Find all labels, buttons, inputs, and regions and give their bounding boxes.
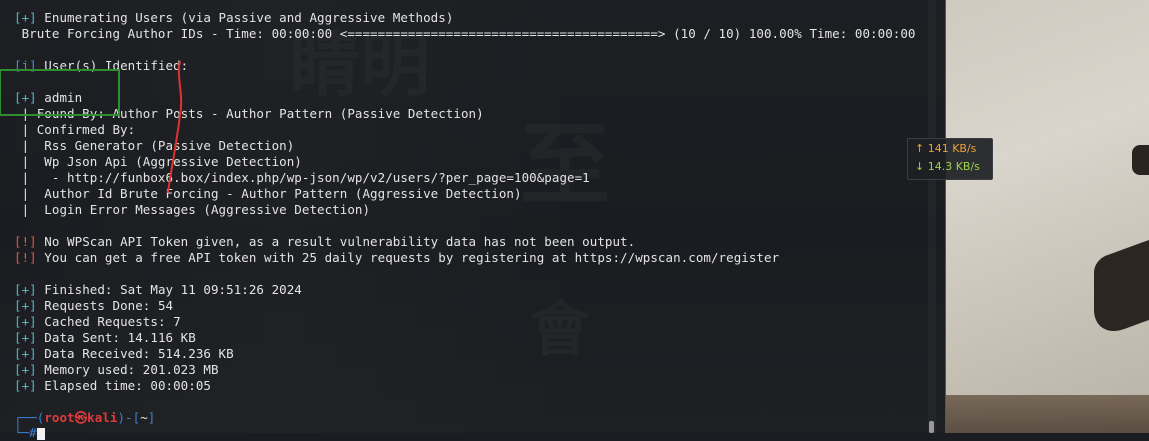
desktop-wallpaper-right xyxy=(946,0,1149,433)
green-highlight-box xyxy=(0,69,120,116)
wallpaper-dark-shape-small xyxy=(1132,145,1149,175)
warning-line: [!] No WPScan API Token given, as a resu… xyxy=(14,234,636,249)
warning-line: [!] You can get a free API token with 25… xyxy=(14,250,780,265)
terminal-line: | Confirmed By: xyxy=(14,122,136,137)
terminal-window[interactable]: [+] Enumerating Users (via Passive and A… xyxy=(0,0,946,440)
shell-input-line[interactable]: └─# xyxy=(14,425,45,441)
progress-line: Brute Forcing Author IDs - Time: 00:00:0… xyxy=(14,26,916,41)
terminal-line: | Rss Generator (Passive Detection) xyxy=(14,138,295,153)
summary-line: [+] Elapsed time: 00:00:05 xyxy=(14,378,211,393)
terminal-line: | - http://funbox6.box/index.php/wp-json… xyxy=(14,170,590,185)
terminal-line: | Author Id Brute Forcing - Author Patte… xyxy=(14,186,522,201)
summary-line: [+] Finished: Sat May 11 09:51:26 2024 xyxy=(14,282,302,297)
summary-line: [+] Data Received: 514.236 KB xyxy=(14,346,234,361)
terminal-line: | Login Error Messages (Aggressive Detec… xyxy=(14,202,371,217)
text-cursor xyxy=(36,427,45,440)
terminal-line: [+] Enumerating Users (via Passive and A… xyxy=(14,10,454,25)
terminal-line: | Wp Json Api (Aggressive Detection) xyxy=(14,154,302,169)
shell-prompt: ┌──(root㉿kali)-[~] xyxy=(14,410,156,425)
summary-line: [+] Cached Requests: 7 xyxy=(14,314,181,329)
download-speed: ↓ 14.3 KB/s xyxy=(915,160,980,173)
summary-line: [+] Requests Done: 54 xyxy=(14,298,174,313)
scrollbar-thumb[interactable] xyxy=(929,421,934,433)
network-speed-widget: ↑ 141 KB/s ↓ 14.3 KB/s xyxy=(907,138,993,180)
wallpaper-bottom-band xyxy=(946,395,1149,433)
summary-line: [+] Memory used: 201.023 MB xyxy=(14,362,219,377)
summary-line: [+] Data Sent: 14.116 KB xyxy=(14,330,196,345)
terminal-scrollbar[interactable] xyxy=(928,0,936,433)
upload-speed: ↑ 141 KB/s xyxy=(915,142,977,155)
